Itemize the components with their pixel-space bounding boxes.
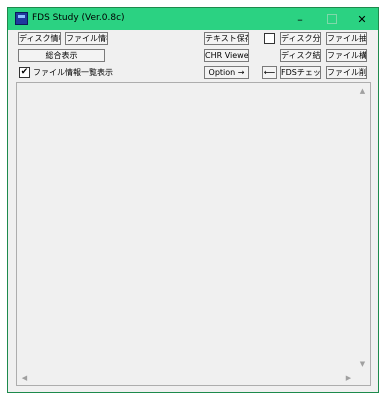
disk-split-button[interactable]: ディスク分割 [280,32,321,45]
file-info-button[interactable]: ファイル情報 [65,32,108,45]
scroll-down-icon[interactable]: ▼ [355,356,370,371]
window-title: FDS Study (Ver.0.8c) [32,13,125,23]
minimize-button[interactable]: – [284,8,316,30]
close-button[interactable]: ✕ [346,8,378,30]
scrollbar-corner [355,370,370,385]
summary-display-button[interactable]: 総合表示 [18,49,105,62]
scroll-right-icon[interactable]: ▶ [341,370,356,385]
output-text-area[interactable]: ▲ ▼ ◀ ▶ [16,82,371,386]
file-list-label: ファイル情報一覧表示 [33,68,113,77]
scroll-left-icon[interactable]: ◀ [17,370,32,385]
disk-split-checkbox[interactable] [264,33,275,44]
horizontal-scrollbar[interactable]: ◀ ▶ [17,370,356,385]
option-button[interactable]: Option → [204,66,249,79]
maximize-button[interactable] [316,8,348,30]
file-extract-button[interactable]: ファイル抽出 [326,32,367,45]
file-list-checkbox[interactable]: ✔ [19,67,30,78]
scroll-up-icon[interactable]: ▲ [355,83,370,98]
disk-merge-button[interactable]: ディスク結合 [280,49,321,62]
save-text-button[interactable]: テキスト保存 [204,32,249,45]
fds-check-button[interactable]: FDSチェック [280,66,321,79]
app-window: FDS Study (Ver.0.8c) – ✕ ディスク情報 ファイル情報 総… [7,7,379,393]
chr-viewer-button[interactable]: CHR Viewer [204,49,249,62]
maximize-icon [327,14,337,24]
disk-info-button[interactable]: ディスク情報 [18,32,61,45]
file-rebuild-button[interactable]: ファイル構築 [326,49,367,62]
app-icon [15,12,28,25]
file-delete-button[interactable]: ファイル削除 [326,66,367,79]
output-content[interactable] [17,83,356,371]
back-arrow-button[interactable]: ⟵ [262,66,277,79]
title-bar[interactable]: FDS Study (Ver.0.8c) – ✕ [8,8,378,30]
vertical-scrollbar[interactable]: ▲ ▼ [355,83,370,371]
